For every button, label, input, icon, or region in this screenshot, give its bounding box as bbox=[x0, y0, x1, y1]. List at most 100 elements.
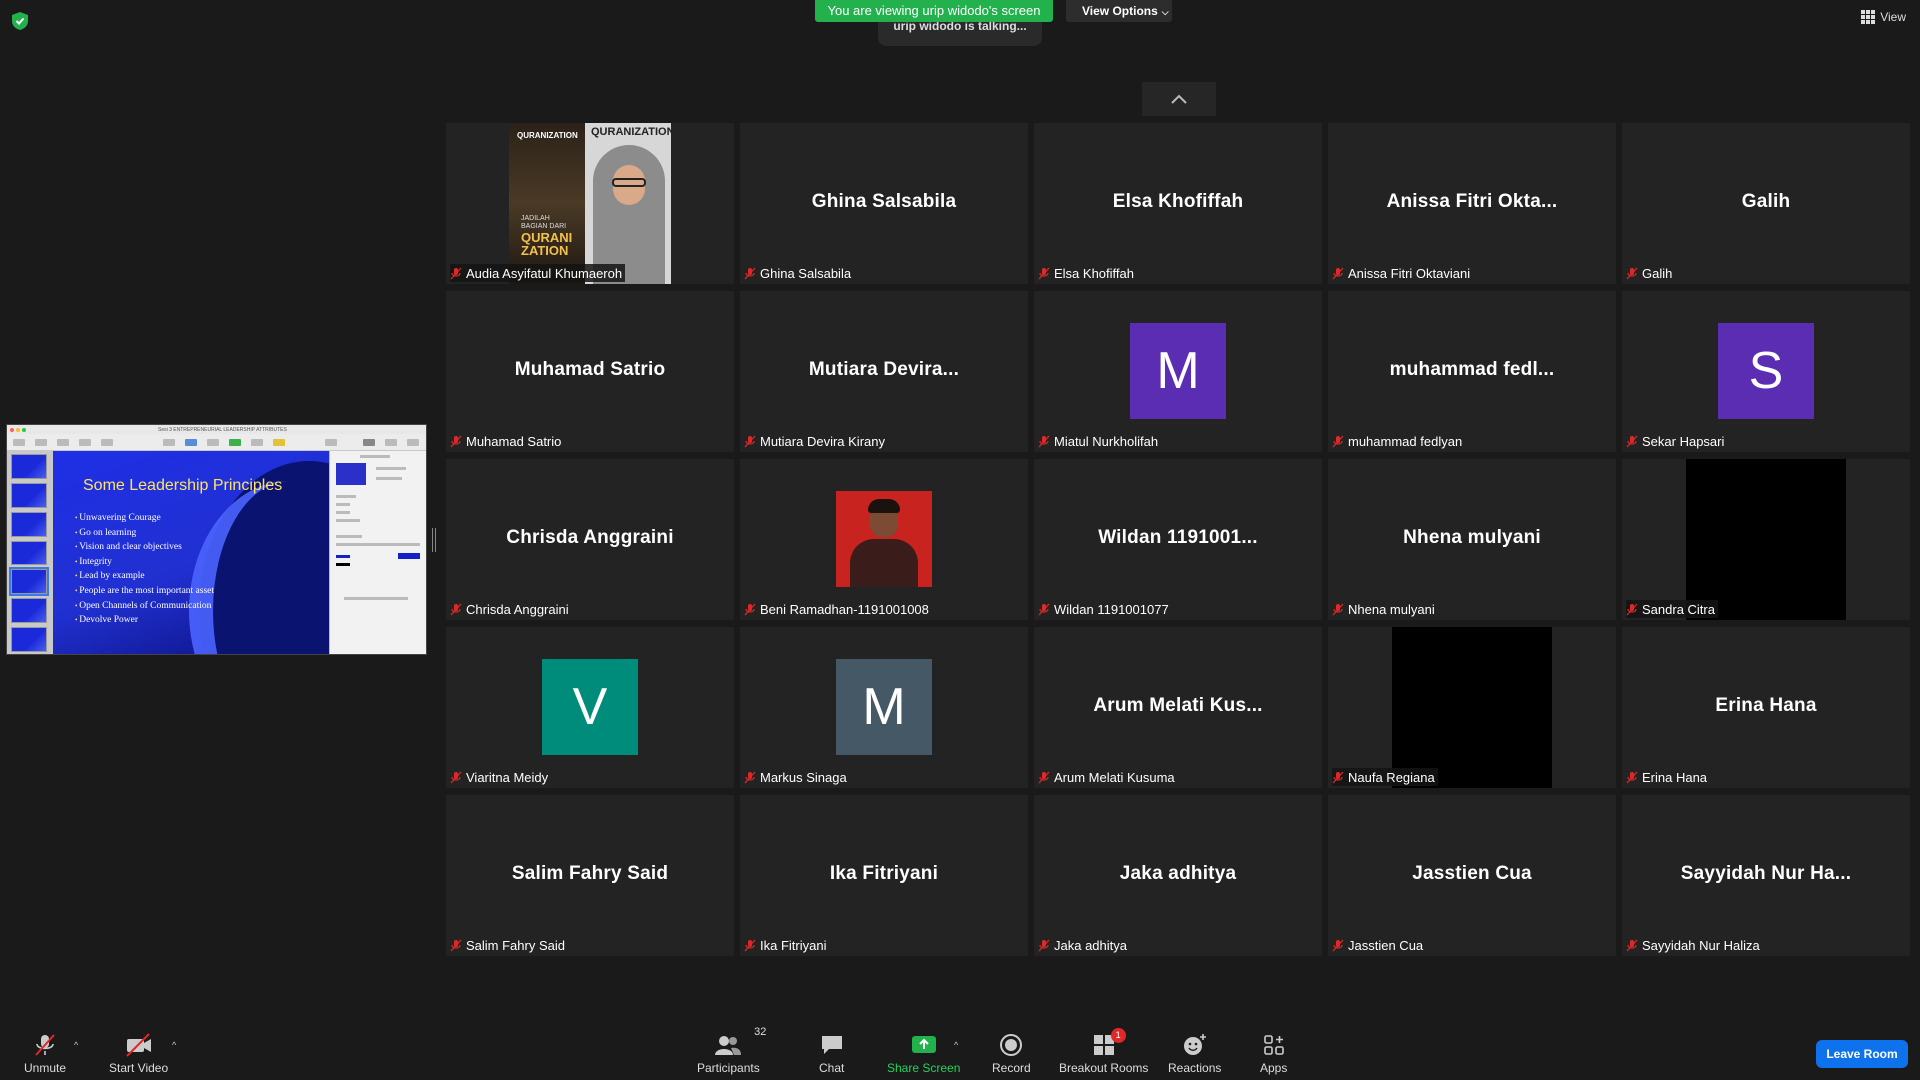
participant-tile[interactable]: Arum Melati Kus... Arum Melati Kusuma bbox=[1034, 627, 1322, 788]
participant-name-label: Sekar Hapsari bbox=[1626, 432, 1727, 450]
participant-tile[interactable]: muhammad fedl... muhammad fedlyan bbox=[1328, 291, 1616, 452]
participant-tile[interactable]: Mutiara Devira... Mutiara Devira Kirany bbox=[740, 291, 1028, 452]
participant-name: Arum Melati Kusuma bbox=[1054, 769, 1175, 785]
participant-tile[interactable]: Anissa Fitri Okta... Anissa Fitri Oktavia… bbox=[1328, 123, 1616, 284]
participant-display-name: Muhamad Satrio bbox=[514, 358, 666, 380]
participant-name-label: Salim Fahry Said bbox=[450, 936, 568, 954]
apps-button[interactable]: Apps bbox=[1260, 1032, 1287, 1075]
participant-name: Jaka adhitya bbox=[1054, 937, 1127, 953]
participant-display-name: Galih bbox=[1741, 190, 1791, 212]
shared-screen-view[interactable]: Sesi 3 ENTREPRENEURIAL LEADERSHIP ATTRIB… bbox=[6, 424, 427, 655]
participant-name-label: Muhamad Satrio bbox=[450, 432, 564, 450]
chat-button[interactable]: Chat bbox=[819, 1032, 844, 1075]
participant-video bbox=[1392, 627, 1552, 788]
participant-name-label: Beni Ramadhan-1191001008 bbox=[744, 600, 932, 618]
participant-name-label: Sandra Citra bbox=[1626, 600, 1718, 618]
muted-mic-icon bbox=[1038, 267, 1050, 280]
muted-mic-icon bbox=[1626, 771, 1638, 784]
muted-mic-icon bbox=[1038, 939, 1050, 952]
participant-display-name: Elsa Khofiffah bbox=[1112, 190, 1244, 212]
participant-tile[interactable]: Galih Galih bbox=[1622, 123, 1910, 284]
muted-mic-icon bbox=[1626, 603, 1638, 616]
video-options-caret-icon[interactable]: ^ bbox=[172, 1040, 176, 1050]
muted-mic-icon bbox=[1332, 939, 1344, 952]
participant-tile[interactable]: Ghina Salsabila Ghina Salsabila bbox=[740, 123, 1028, 284]
participant-tile[interactable]: S Sekar Hapsari bbox=[1622, 291, 1910, 452]
muted-mic-icon bbox=[450, 603, 462, 616]
participant-tile[interactable]: Muhamad Satrio Muhamad Satrio bbox=[446, 291, 734, 452]
participant-name: Salim Fahry Said bbox=[466, 937, 565, 953]
leave-room-button[interactable]: Leave Room bbox=[1816, 1040, 1908, 1068]
scroll-up-button[interactable] bbox=[1142, 82, 1216, 116]
current-slide: Some Leadership Principles Unwavering Co… bbox=[53, 451, 329, 654]
format-inspector bbox=[329, 451, 426, 654]
slide-bullet: Integrity bbox=[75, 555, 214, 570]
participant-tile[interactable]: Naufa Regiana bbox=[1328, 627, 1616, 788]
participant-tile[interactable]: Salim Fahry Said Salim Fahry Said bbox=[446, 795, 734, 956]
participant-name: Naufa Regiana bbox=[1348, 769, 1435, 785]
slide-bullet: Open Channels of Communication bbox=[75, 599, 214, 614]
gallery-grid: QURANIZATION JADILAH BAGIAN DARI QURANI ZATI… bbox=[446, 123, 1912, 956]
participant-tile[interactable]: Wildan 1191001... Wildan 1191001077 bbox=[1034, 459, 1322, 620]
participant-name-label: Ghina Salsabila bbox=[744, 264, 854, 282]
view-label: View bbox=[1880, 10, 1906, 24]
participant-name-label: Jasstien Cua bbox=[1332, 936, 1426, 954]
participant-display-name: Wildan 1191001... bbox=[1098, 526, 1258, 548]
participant-tile[interactable]: Sayyidah Nur Ha... Sayyidah Nur Haliza bbox=[1622, 795, 1910, 956]
zoom-dot bbox=[22, 427, 26, 432]
participant-display-name: Arum Melati Kus... bbox=[1093, 694, 1263, 716]
participant-name-label: Sayyidah Nur Haliza bbox=[1626, 936, 1763, 954]
share-options-caret-icon[interactable]: ^ bbox=[954, 1040, 958, 1050]
apps-icon bbox=[1263, 1032, 1285, 1058]
share-screen-button[interactable]: Share Screen bbox=[887, 1032, 960, 1075]
participant-name: Mutiara Devira Kirany bbox=[760, 433, 885, 449]
participant-name-label: Arum Melati Kusuma bbox=[1038, 768, 1178, 786]
participant-name: Ika Fitriyani bbox=[760, 937, 827, 953]
participant-name-label: Mutiara Devira Kirany bbox=[744, 432, 888, 450]
participant-tile[interactable]: Jaka adhitya Jaka adhitya bbox=[1034, 795, 1322, 956]
chat-label: Chat bbox=[819, 1061, 845, 1075]
participant-name: Muhamad Satrio bbox=[466, 433, 562, 449]
participant-name-label: Chrisda Anggraini bbox=[450, 600, 572, 618]
split-divider-handle[interactable] bbox=[432, 528, 436, 552]
participant-name-label: Elsa Khofiffah bbox=[1038, 264, 1137, 282]
participant-display-name: Erina Hana bbox=[1715, 694, 1817, 716]
muted-mic-icon bbox=[1038, 603, 1050, 616]
reactions-button[interactable]: Reactions bbox=[1168, 1032, 1221, 1075]
participant-tile[interactable]: Nhena mulyani Nhena mulyani bbox=[1328, 459, 1616, 620]
start-video-button[interactable]: Start Video bbox=[109, 1032, 168, 1075]
breakout-badge: 1 bbox=[1110, 1028, 1126, 1043]
apps-label: Apps bbox=[1260, 1061, 1288, 1075]
participant-tile[interactable]: V Viaritna Meidy bbox=[446, 627, 734, 788]
participant-tile[interactable]: QURANIZATION JADILAH BAGIAN DARI QURANI ZATI… bbox=[446, 123, 734, 284]
participant-tile[interactable]: Beni Ramadhan-1191001008 bbox=[740, 459, 1028, 620]
participants-button[interactable]: 32 Participants bbox=[697, 1026, 766, 1075]
unmute-button[interactable]: Unmute bbox=[24, 1032, 66, 1075]
muted-mic-icon bbox=[1626, 939, 1638, 952]
share-screen-label: Share Screen bbox=[887, 1061, 961, 1075]
minimize-dot bbox=[16, 427, 20, 432]
chevron-up-icon bbox=[1171, 94, 1187, 104]
close-dot bbox=[10, 427, 14, 432]
participant-name: Chrisda Anggraini bbox=[466, 601, 569, 617]
view-layout-button[interactable]: View bbox=[1861, 10, 1906, 24]
breakout-rooms-button[interactable]: 1 Breakout Rooms bbox=[1059, 1028, 1148, 1075]
participant-tile[interactable]: Chrisda Anggraini Chrisda Anggraini bbox=[446, 459, 734, 620]
participant-tile[interactable]: Elsa Khofiffah Elsa Khofiffah bbox=[1034, 123, 1322, 284]
meeting-window: urip widodo is talking... You are viewin… bbox=[0, 0, 1920, 1080]
view-options-button[interactable]: View Options ⌵ bbox=[1066, 0, 1172, 22]
participant-tile[interactable]: Ika Fitriyani Ika Fitriyani bbox=[740, 795, 1028, 956]
participant-tile[interactable]: Jasstien Cua Jasstien Cua bbox=[1328, 795, 1616, 956]
participant-tile[interactable]: M Miatul Nurkholifah bbox=[1034, 291, 1322, 452]
audio-options-caret-icon[interactable]: ^ bbox=[74, 1040, 78, 1050]
encryption-shield-icon[interactable] bbox=[12, 12, 28, 30]
participant-tile[interactable]: Sandra Citra bbox=[1622, 459, 1910, 620]
muted-mic-icon bbox=[450, 771, 462, 784]
participant-name-label: Ika Fitriyani bbox=[744, 936, 829, 954]
grid-icon bbox=[1861, 10, 1876, 24]
participant-tile[interactable]: M Markus Sinaga bbox=[740, 627, 1028, 788]
participant-name: Elsa Khofiffah bbox=[1054, 265, 1134, 281]
record-button[interactable]: Record bbox=[992, 1032, 1031, 1075]
muted-mic-icon bbox=[32, 1032, 58, 1058]
participant-tile[interactable]: Erina Hana Erina Hana bbox=[1622, 627, 1910, 788]
